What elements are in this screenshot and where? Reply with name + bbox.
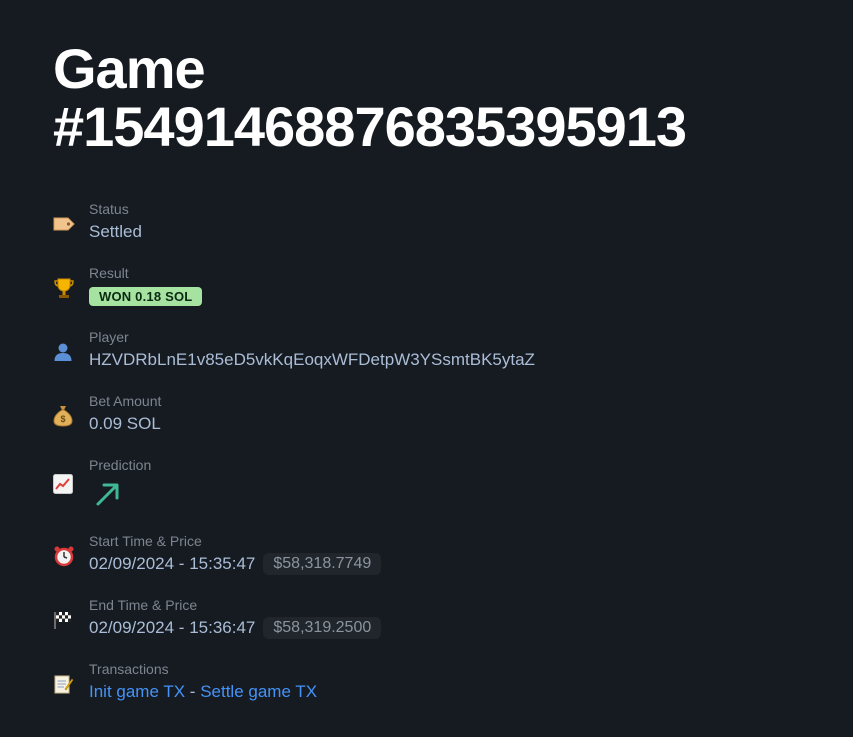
- end-price: $58,319.2500: [263, 617, 382, 639]
- field-player: Player HZVDRbLnE1v85eD5vkKqEoqxWFDetpW3Y…: [53, 328, 800, 392]
- money-bag-icon: $: [53, 398, 89, 434]
- trophy-icon: [53, 270, 89, 306]
- checkered-flag-icon: [53, 602, 89, 638]
- chart-up-icon: [53, 466, 89, 502]
- field-end: End Time & Price 02/09/2024 - 15:36:47 $…: [53, 596, 800, 660]
- bet-amount-label: Bet Amount: [89, 393, 162, 409]
- game-details: Game #15491468876835395913 Status Settle…: [0, 0, 800, 724]
- end-time: 02/09/2024 - 15:36:47: [89, 618, 256, 637]
- bet-amount-value: 0.09 SOL: [89, 414, 161, 433]
- start-label: Start Time & Price: [89, 533, 202, 549]
- field-status: Status Settled: [53, 200, 800, 264]
- end-label: End Time & Price: [89, 597, 198, 613]
- result-badge: WON 0.18 SOL: [89, 287, 203, 306]
- init-game-tx-link[interactable]: Init game TX: [89, 681, 185, 703]
- alarm-clock-icon: [53, 538, 89, 574]
- title-line-1: Game: [53, 37, 206, 100]
- prediction-label: Prediction: [89, 457, 152, 473]
- page-title: Game #15491468876835395913: [53, 40, 800, 156]
- field-result: Result WON 0.18 SOL: [53, 264, 800, 328]
- field-prediction: Prediction: [53, 456, 800, 532]
- player-label: Player: [89, 329, 129, 345]
- status-label: Status: [89, 201, 129, 217]
- settle-game-tx-link[interactable]: Settle game TX: [200, 681, 317, 703]
- field-bet-amount: $ Bet Amount 0.09 SOL: [53, 392, 800, 456]
- memo-icon: [53, 666, 89, 702]
- transactions-label: Transactions: [89, 661, 169, 677]
- result-label: Result: [89, 265, 129, 281]
- transactions-separator: -: [185, 682, 201, 701]
- tag-icon: [53, 206, 89, 242]
- field-list: Status Settled Result WON 0.18 SOL Playe…: [53, 200, 800, 724]
- prediction-arrow-up-icon: [89, 477, 151, 514]
- status-value: Settled: [89, 222, 142, 241]
- svg-text:$: $: [60, 414, 65, 424]
- start-price: $58,318.7749: [263, 553, 382, 575]
- user-icon: [53, 334, 89, 370]
- player-address: HZVDRbLnE1v85eD5vkKqEoqxWFDetpW3YSsmtBK5…: [89, 350, 535, 369]
- start-time: 02/09/2024 - 15:35:47: [89, 554, 256, 573]
- field-start: Start Time & Price 02/09/2024 - 15:35:47…: [53, 532, 800, 596]
- title-line-2: #15491468876835395913: [53, 95, 687, 158]
- field-transactions: Transactions Init game TX - Settle game …: [53, 660, 800, 724]
